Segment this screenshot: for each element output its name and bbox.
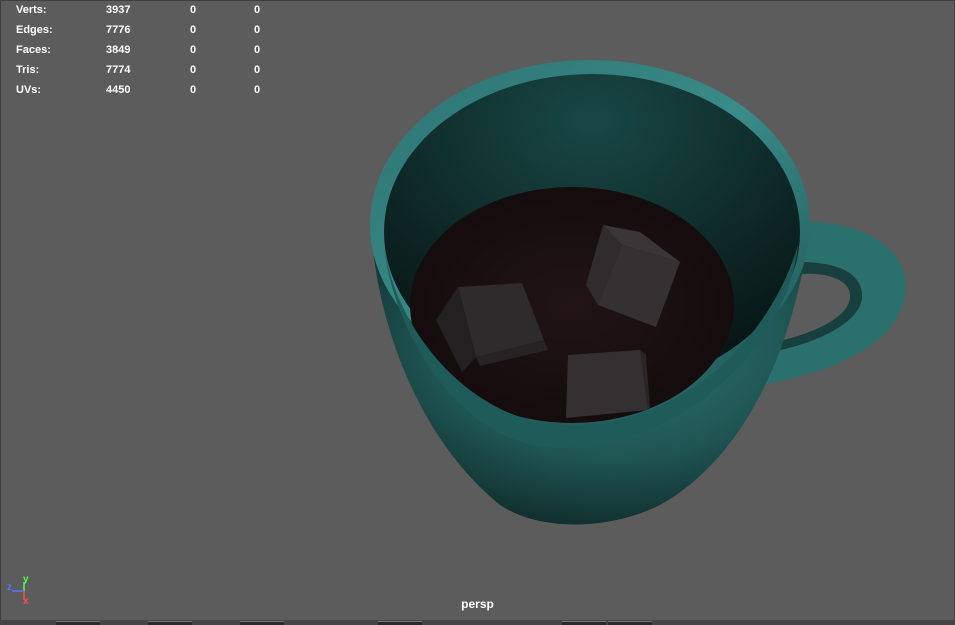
hud-value: 0 bbox=[190, 4, 197, 16]
poly-count-hud: Verts: 3937 0 0 Edges: 7776 0 0 Faces: 3… bbox=[16, 0, 276, 100]
hud-value: 0 bbox=[190, 44, 197, 56]
hud-value: 7774 bbox=[106, 64, 131, 76]
hud-row-faces: Faces: 3849 0 0 bbox=[16, 40, 276, 60]
hud-row-tris: Tris: 7774 0 0 bbox=[16, 60, 276, 80]
camera-name-label: persp bbox=[461, 597, 494, 611]
shelf-tab[interactable] bbox=[608, 621, 652, 625]
hud-label: Verts: bbox=[16, 4, 47, 16]
3d-viewport[interactable]: Verts: 3937 0 0 Edges: 7776 0 0 Faces: 3… bbox=[0, 0, 955, 625]
hud-value: 3937 bbox=[106, 4, 131, 16]
hud-value: 3849 bbox=[106, 44, 131, 56]
hud-value: 0 bbox=[254, 4, 261, 16]
hud-value: 0 bbox=[190, 84, 197, 96]
hud-row-uvs: UVs: 4450 0 0 bbox=[16, 80, 276, 100]
hud-value: 0 bbox=[254, 64, 261, 76]
shelf-tab[interactable] bbox=[240, 621, 284, 625]
hud-value: 0 bbox=[190, 24, 197, 36]
shelf-tab[interactable] bbox=[148, 621, 192, 625]
hud-label: Edges: bbox=[16, 24, 53, 36]
axis-z-label: z bbox=[7, 582, 12, 593]
hud-value: 0 bbox=[254, 44, 261, 56]
hud-label: Faces: bbox=[16, 44, 51, 56]
shelf-tab[interactable] bbox=[56, 621, 100, 625]
hud-row-verts: Verts: 3937 0 0 bbox=[16, 0, 276, 20]
hud-value: 0 bbox=[190, 64, 197, 76]
viewport-bottom-edge bbox=[0, 620, 955, 625]
hud-value: 0 bbox=[254, 84, 261, 96]
hud-value: 4450 bbox=[106, 84, 131, 96]
hud-label: Tris: bbox=[16, 64, 40, 76]
shelf-tab[interactable] bbox=[378, 621, 422, 625]
hud-value: 0 bbox=[254, 24, 261, 36]
hud-row-edges: Edges: 7776 0 0 bbox=[16, 20, 276, 40]
hud-label: UVs: bbox=[16, 84, 42, 96]
ice-cube-bottom bbox=[566, 350, 650, 418]
shelf-tab[interactable] bbox=[562, 621, 606, 625]
hud-value: 7776 bbox=[106, 24, 131, 36]
axis-y-label: y bbox=[23, 574, 29, 585]
